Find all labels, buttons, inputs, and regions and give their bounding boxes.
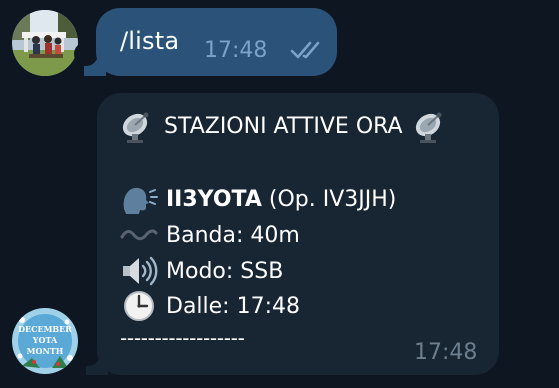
user-avatar[interactable] — [12, 10, 78, 76]
bot-avatar-line-3: MONTH — [27, 346, 64, 356]
satellite-antenna-icon — [118, 110, 156, 143]
message-title: STAZIONI ATTIVE ORA — [164, 113, 403, 139]
since-line: Dalle: 17:48 — [120, 290, 300, 322]
since-value: Dalle: 17:48 — [166, 293, 300, 319]
wavy-dash-icon — [120, 219, 158, 251]
bot-avatar[interactable]: DECEMBER YOTA MONTH — [12, 308, 78, 374]
separator-line: ------------------ — [120, 326, 245, 350]
satellite-antenna-icon — [411, 110, 449, 143]
double-check-icon — [290, 40, 324, 64]
bot-avatar-line-2: YOTA — [32, 335, 58, 345]
clock-icon — [120, 290, 158, 322]
outgoing-message-time: 17:48 — [204, 38, 268, 63]
speaker-icon — [120, 255, 158, 287]
station-operator: (Op. IV3JJH) — [268, 186, 397, 212]
mode-value: Modo: SSB — [166, 258, 284, 284]
station-callsign: II3YOTA — [166, 186, 262, 212]
band-line: Banda: 40m — [120, 219, 300, 251]
mode-line: Modo: SSB — [120, 255, 283, 287]
message-title-line: STAZIONI ATTIVE ORA — [118, 110, 449, 143]
bot-avatar-line-1: DECEMBER — [18, 324, 72, 334]
speaking-head-icon — [120, 183, 158, 215]
station-line: II3YOTA (Op. IV3JJH) — [120, 183, 396, 215]
band-value: Banda: 40m — [166, 222, 300, 248]
outgoing-message-text: /lista — [120, 27, 180, 55]
incoming-message-time: 17:48 — [414, 340, 478, 365]
